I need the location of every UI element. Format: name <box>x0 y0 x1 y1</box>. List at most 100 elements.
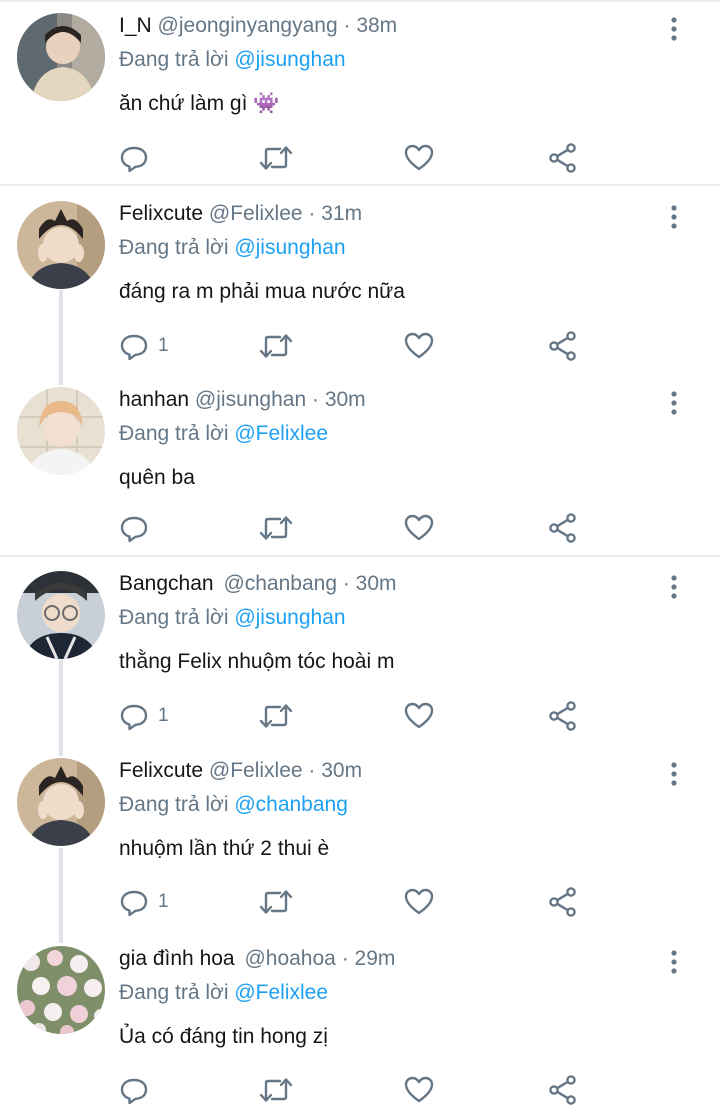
retweet-button[interactable] <box>258 511 294 545</box>
tweet[interactable]: I_N @jeonginyangyang · 38m Đang trả lời … <box>0 0 720 184</box>
retweet-button[interactable] <box>258 1073 294 1107</box>
tweet-text: quên ba <box>119 463 195 493</box>
user-handle[interactable]: @Felixlee <box>209 202 303 225</box>
user-handle[interactable]: @hoahoa <box>244 947 335 970</box>
separator <box>0 555 720 557</box>
more-options-icon[interactable] <box>664 16 684 42</box>
reply-icon <box>120 516 148 543</box>
replying-to: Đang trả lời @jisunghan <box>119 46 346 74</box>
tweet-actions: 1 <box>118 329 598 363</box>
retweet-button[interactable] <box>258 885 294 919</box>
mention-link[interactable]: @jisunghan <box>234 48 345 71</box>
mention-link[interactable]: @Felixlee <box>234 422 328 445</box>
retweet-icon <box>259 334 293 358</box>
more-options-icon[interactable] <box>664 574 684 600</box>
tweet-actions <box>118 511 598 545</box>
separator <box>0 184 720 186</box>
share-button[interactable] <box>548 699 578 733</box>
like-button[interactable] <box>404 885 434 919</box>
tweet[interactable]: hanhan @jisunghan · 30m Đang trả lời @Fe… <box>0 374 720 555</box>
retweet-icon <box>259 704 293 728</box>
reply-button[interactable]: 1 <box>118 699 169 733</box>
tweet-header: gia đình hoa @hoahoa · 29m <box>119 945 395 973</box>
tweet[interactable]: Felixcute @Felixlee · 31m Đang trả lời @… <box>0 188 720 374</box>
timestamp: · 38m <box>343 14 398 37</box>
mention-link[interactable]: @jisunghan <box>234 236 345 259</box>
avatar[interactable] <box>17 201 105 289</box>
heart-icon <box>404 888 434 915</box>
share-button[interactable] <box>548 141 578 175</box>
reply-button[interactable] <box>118 511 158 545</box>
replying-label: Đang trả lời <box>119 606 229 629</box>
display-name[interactable]: I_N <box>119 14 152 37</box>
display-name[interactable]: Bangchan <box>119 572 214 595</box>
retweet-button[interactable] <box>258 141 294 175</box>
tweet-actions <box>118 1073 598 1107</box>
tweet-text: nhuộm lần thứ 2 thui è <box>119 834 329 864</box>
avatar[interactable] <box>17 571 105 659</box>
replying-to: Đang trả lời @chanbang <box>119 791 348 819</box>
like-button[interactable] <box>404 699 434 733</box>
heart-icon <box>404 332 434 359</box>
display-name[interactable]: Felixcute <box>119 759 203 782</box>
reply-button[interactable]: 1 <box>118 885 169 919</box>
tweet-actions <box>118 141 598 175</box>
retweet-icon <box>259 890 293 914</box>
tweet-text-content: đáng ra m phải mua nước nữa <box>119 280 405 303</box>
user-handle[interactable]: @jeonginyangyang <box>158 14 338 37</box>
tweet-text-content: quên ba <box>119 466 195 489</box>
share-button[interactable] <box>548 1073 578 1107</box>
reply-icon <box>120 890 148 917</box>
user-handle[interactable]: @chanbang <box>223 572 337 595</box>
retweet-icon <box>259 146 293 170</box>
tweet-text-content: thằng Felix nhuộm tóc hoài m <box>119 650 395 673</box>
user-handle[interactable]: @jisunghan <box>195 388 306 411</box>
display-name[interactable]: gia đình hoa <box>119 947 235 970</box>
user-handle[interactable]: @Felixlee <box>209 759 303 782</box>
tweet[interactable]: Bangchan @chanbang · 30m Đang trả lời @j… <box>0 558 720 744</box>
tweet-text: Ủa có đáng tin hong zị <box>119 1022 328 1052</box>
reply-button[interactable] <box>118 1073 158 1107</box>
avatar[interactable] <box>17 13 105 101</box>
more-options-icon[interactable] <box>664 390 684 416</box>
more-options-icon[interactable] <box>664 761 684 787</box>
replying-label: Đang trả lời <box>119 236 229 259</box>
like-button[interactable] <box>404 329 434 363</box>
mention-link[interactable]: @chanbang <box>234 793 348 816</box>
replying-to: Đang trả lời @Felixlee <box>119 979 328 1007</box>
reply-icon <box>120 1078 148 1105</box>
tweet-header: Bangchan @chanbang · 30m <box>119 570 397 598</box>
retweet-icon <box>259 516 293 540</box>
share-button[interactable] <box>548 329 578 363</box>
share-icon <box>549 331 576 361</box>
display-name[interactable]: hanhan <box>119 388 189 411</box>
reply-icon <box>120 704 148 731</box>
avatar[interactable] <box>17 758 105 846</box>
reply-button[interactable]: 1 <box>118 329 169 363</box>
like-button[interactable] <box>404 1073 434 1107</box>
mention-link[interactable]: @Felixlee <box>234 981 328 1004</box>
like-button[interactable] <box>404 511 434 545</box>
tweet-header: hanhan @jisunghan · 30m <box>119 386 366 414</box>
tweet[interactable]: Felixcute @Felixlee · 30m Đang trả lời @… <box>0 745 720 932</box>
mention-link[interactable]: @jisunghan <box>234 606 345 629</box>
more-options-icon[interactable] <box>664 204 684 230</box>
share-button[interactable] <box>548 511 578 545</box>
more-options-icon[interactable] <box>664 949 684 975</box>
like-button[interactable] <box>404 141 434 175</box>
share-button[interactable] <box>548 885 578 919</box>
timestamp: · 30m <box>308 759 363 782</box>
share-icon <box>549 143 576 173</box>
retweet-button[interactable] <box>258 699 294 733</box>
tweet-text: thằng Felix nhuộm tóc hoài m <box>119 647 394 677</box>
avatar[interactable] <box>17 387 105 475</box>
avatar[interactable] <box>17 946 105 1034</box>
reply-button[interactable] <box>118 141 158 175</box>
retweet-button[interactable] <box>258 329 294 363</box>
share-icon <box>549 1075 576 1105</box>
tweet-text-content: ăn chứ làm gì <box>119 92 248 115</box>
tweet[interactable]: gia đình hoa @hoahoa · 29m Đang trả lời … <box>0 933 720 1114</box>
display-name[interactable]: Felixcute <box>119 202 203 225</box>
replying-to: Đang trả lời @jisunghan <box>119 604 346 632</box>
tweet-text: ăn chứ làm gì 👾 <box>119 89 279 119</box>
